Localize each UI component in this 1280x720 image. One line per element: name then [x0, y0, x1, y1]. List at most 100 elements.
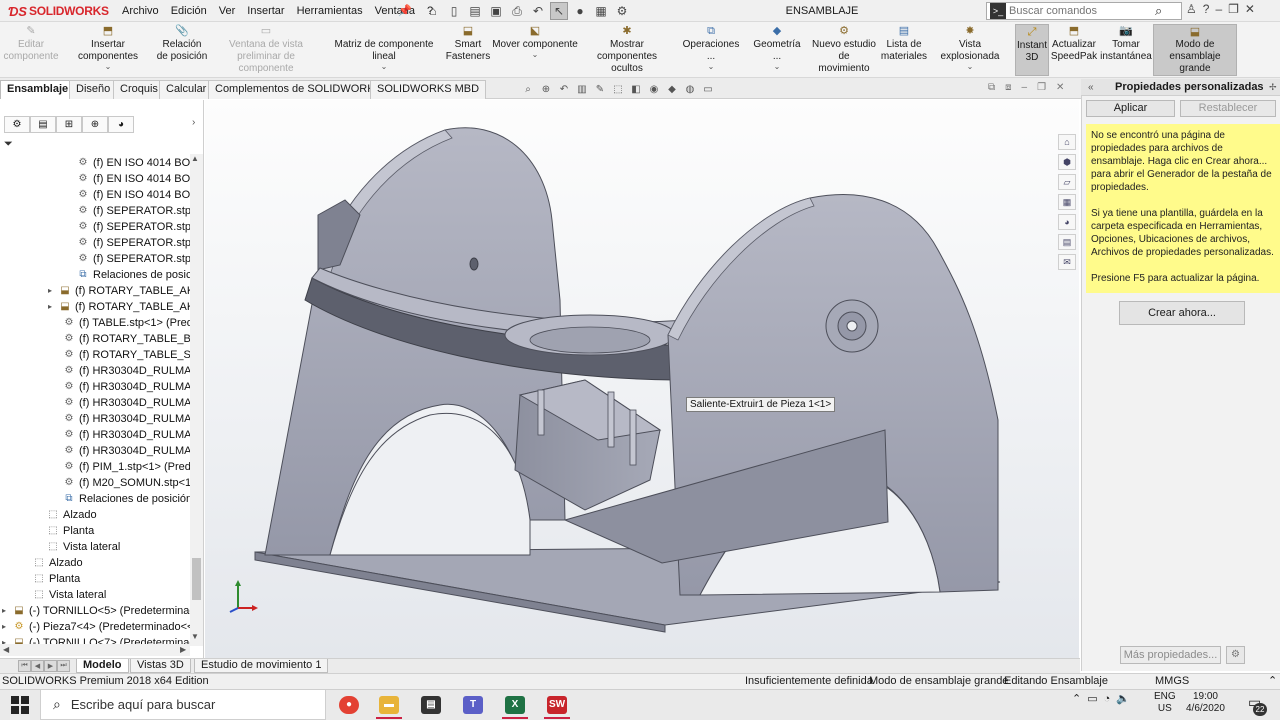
- menu-ventana[interactable]: Ventana: [369, 0, 421, 22]
- pin-icon[interactable]: ✢: [1269, 82, 1277, 93]
- zoom-to-area-icon[interactable]: ⊕: [538, 81, 554, 97]
- wifi-icon[interactable]: ◔: [1104, 693, 1111, 705]
- restore-icon[interactable]: ❐: [1228, 2, 1239, 16]
- close-icon[interactable]: ✕: [1245, 2, 1255, 16]
- vista-explosionada-button[interactable]: ✸ Vista explosionada ⌄: [930, 24, 1010, 76]
- list-item[interactable]: ⚙(f) HR30304D_RULMAN.st: [52, 443, 190, 459]
- volume-icon[interactable]: 🔈: [1116, 692, 1130, 705]
- chevron-up-icon[interactable]: ⌃: [1072, 692, 1081, 705]
- expand-icon[interactable]: ▸: [48, 283, 58, 299]
- appearances-icon[interactable]: ◕: [1058, 214, 1076, 230]
- list-item[interactable]: ⚙(f) EN ISO 4014 BOLT: [66, 171, 190, 187]
- chevron-down-icon[interactable]: ⌄: [532, 51, 539, 59]
- clock[interactable]: 19:00 4/6/2020: [1186, 691, 1225, 715]
- list-item[interactable]: ⚙(f) HR30304D_RULMAN.st: [52, 363, 190, 379]
- list-item[interactable]: ⚙(f) ROTARY_TABLE_SUPPC: [52, 347, 190, 363]
- chevron-down-icon[interactable]: ⌄: [967, 63, 974, 71]
- search-input[interactable]: [1009, 5, 1149, 17]
- tab-croquis[interactable]: Croquis: [113, 80, 165, 99]
- menu-ver[interactable]: Ver: [213, 0, 242, 22]
- home-icon[interactable]: ⌂: [1058, 134, 1076, 150]
- relacion-posicion-button[interactable]: 📎 Relación de posición: [156, 24, 208, 76]
- tab-vistas-3d[interactable]: Vistas 3D: [130, 659, 191, 673]
- first-tab-icon[interactable]: ⏮: [18, 660, 31, 672]
- tab-diseno[interactable]: Diseño: [69, 80, 118, 99]
- list-item[interactable]: ⚙(f) SEPERATOR.stp<3>: [66, 235, 190, 251]
- tab-solidworks-mbd[interactable]: SOLIDWORKS MBD: [370, 80, 487, 99]
- file-explorer-icon[interactable]: ▱: [1058, 174, 1076, 190]
- apply-button[interactable]: Aplicar: [1086, 100, 1175, 117]
- new-document-icon[interactable]: ▯: [445, 2, 463, 20]
- open-icon[interactable]: ▤: [466, 2, 484, 20]
- windows-start-icon[interactable]: [10, 695, 30, 715]
- dimxpert-icon[interactable]: ⊕: [82, 116, 108, 133]
- settings-icon[interactable]: ⚙: [1226, 646, 1245, 664]
- chevron-down-icon[interactable]: ⌄: [105, 63, 112, 71]
- operaciones-button[interactable]: ⧉ Operaciones ... ⌄: [678, 24, 744, 76]
- feature-tree-icon[interactable]: ⚙: [4, 116, 30, 133]
- status-arrow-icon[interactable]: ⌃: [1268, 674, 1277, 689]
- section-view-icon[interactable]: ▥: [574, 81, 590, 97]
- mover-componente-button[interactable]: ⬕ Mover componente ⌄: [492, 24, 578, 76]
- list-item[interactable]: ⚙(f) SEPERATOR.stp<4>: [66, 251, 190, 267]
- tree-horizontal-scrollbar[interactable]: ◀ ▶: [0, 644, 190, 656]
- notepad-app[interactable]: ▤: [414, 690, 448, 719]
- scroll-thumb[interactable]: [192, 558, 201, 600]
- list-item[interactable]: ⬚ Vista lateral: [36, 539, 120, 555]
- ventana-vista-preliminar-button[interactable]: ▭ Ventana de vista preliminar de compone…: [210, 24, 322, 76]
- rebuild-icon[interactable]: ●: [571, 2, 589, 20]
- assembly-model[interactable]: [205, 100, 1079, 658]
- tab-modelo[interactable]: Modelo: [76, 659, 129, 673]
- list-item[interactable]: ⚙(f) ROTARY_TABLE_BASE.s: [52, 331, 190, 347]
- tab-estudio-movimiento[interactable]: Estudio de movimiento 1: [194, 659, 329, 673]
- list-item[interactable]: ⬚ Vista lateral: [22, 587, 106, 603]
- next-tab-icon[interactable]: ▶: [44, 660, 57, 672]
- pin-menu-icon[interactable]: 📌: [398, 4, 412, 17]
- user-icon[interactable]: ♙: [1186, 2, 1197, 16]
- excel-app[interactable]: X: [498, 690, 532, 719]
- home-icon[interactable]: ⌂: [424, 2, 442, 20]
- list-item[interactable]: ⚙(f) PIM_1.stp<1> (Predete: [52, 459, 190, 475]
- speedpak-button[interactable]: ⬒ Actualizar SpeedPak: [1051, 24, 1097, 76]
- lista-materiales-button[interactable]: ▤ Lista de materiales: [880, 24, 928, 76]
- restore-icon[interactable]: ❐: [1037, 82, 1046, 93]
- scroll-right-icon[interactable]: ▶: [180, 645, 186, 654]
- forum-icon[interactable]: ✉: [1058, 254, 1076, 270]
- insertar-componentes-button[interactable]: ⬒ Insertar componentes ⌄: [62, 24, 154, 76]
- display-manager-icon[interactable]: ◕: [108, 116, 134, 133]
- modo-ensamblaje-grande-button[interactable]: ⬓ Modo de ensamblaje grande: [1153, 24, 1237, 76]
- save-icon[interactable]: ▣: [487, 2, 505, 20]
- scroll-left-icon[interactable]: ◀: [3, 645, 9, 654]
- file-explorer-app[interactable]: ▬: [372, 690, 406, 719]
- tree-vertical-scrollbar[interactable]: ▲ ▼: [190, 154, 203, 646]
- custom-properties-icon[interactable]: ▤: [1058, 234, 1076, 250]
- expand-icon[interactable]: ▸: [2, 603, 12, 619]
- list-item[interactable]: ⚙(f) HR30304D_RULMAN.st: [52, 411, 190, 427]
- list-item[interactable]: ⚙(f) SEPERATOR.stp<2>: [66, 219, 190, 235]
- solidworks-logo[interactable]: ƊS SOLIDWORKS: [8, 2, 109, 20]
- list-item[interactable]: ▸⬓(-) TORNILLO<5> (Predeterminado<: [2, 603, 190, 619]
- list-item[interactable]: ⚙(f) EN ISO 4014 BOLT: [66, 155, 190, 171]
- expand-icon[interactable]: ▸: [48, 299, 58, 315]
- language-indicator[interactable]: ENG US: [1154, 691, 1176, 715]
- list-item[interactable]: ⚙(f) M20_SOMUN.stp<1> (: [52, 475, 190, 491]
- tab-complementos[interactable]: Complementos de SOLIDWORKS: [208, 80, 389, 99]
- search-icon[interactable]: ⌕: [1155, 3, 1162, 19]
- chevron-right-icon[interactable]: ›: [192, 117, 195, 128]
- list-item[interactable]: ▸⬓(f) ROTARY_TABLE_AKS_1: [48, 299, 190, 315]
- split-icon[interactable]: ⧈: [1005, 82, 1011, 93]
- taskbar-search[interactable]: ⌕ Escribe aquí para buscar: [40, 689, 326, 720]
- list-item[interactable]: ⧉ Relaciones de posición: [52, 491, 190, 507]
- last-tab-icon[interactable]: ⏭: [57, 660, 70, 672]
- list-item[interactable]: ⚙(f) HR30304D_RULMAN.st: [52, 427, 190, 443]
- reset-button[interactable]: Restablecer: [1180, 100, 1276, 117]
- design-library-icon[interactable]: ⬢: [1058, 154, 1076, 170]
- tomar-instantanea-button[interactable]: 📷 Tomar instantánea: [1100, 24, 1152, 76]
- scroll-down-icon[interactable]: ▼: [191, 632, 199, 641]
- close-icon[interactable]: ✕: [1056, 82, 1064, 93]
- scroll-up-icon[interactable]: ▲: [191, 154, 199, 163]
- list-item[interactable]: ⚙(f) HR30304D_RULMAN.st: [52, 379, 190, 395]
- tile-icon[interactable]: ⧉: [988, 82, 995, 93]
- edit-appearance-icon[interactable]: ◆: [664, 81, 680, 97]
- dynamic-annotation-icon[interactable]: ✎: [592, 81, 608, 97]
